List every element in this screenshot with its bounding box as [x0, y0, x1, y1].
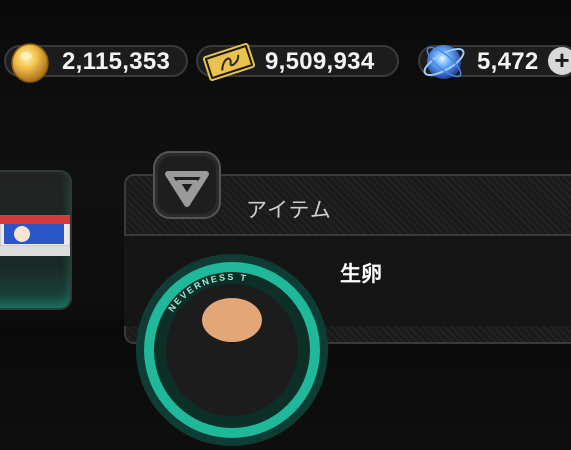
- item-badge: NEVERNESS T: [136, 254, 328, 446]
- item-name: 生卵: [340, 263, 382, 286]
- selected-item-card[interactable]: [0, 170, 72, 310]
- game-emblem-icon: [153, 151, 221, 219]
- add-crystal-button[interactable]: +: [548, 47, 571, 75]
- section-title: アイテム: [246, 199, 332, 222]
- gold-coin-icon: [11, 43, 49, 83]
- blue-orb-icon: [423, 45, 465, 79]
- egg-carton-icon: [0, 215, 70, 256]
- crystal-amount: 5,472: [477, 48, 539, 75]
- ticket-amount: 9,509,934: [265, 48, 375, 75]
- gold-ticket-icon: [202, 43, 256, 81]
- gold-amount: 2,115,353: [62, 48, 171, 75]
